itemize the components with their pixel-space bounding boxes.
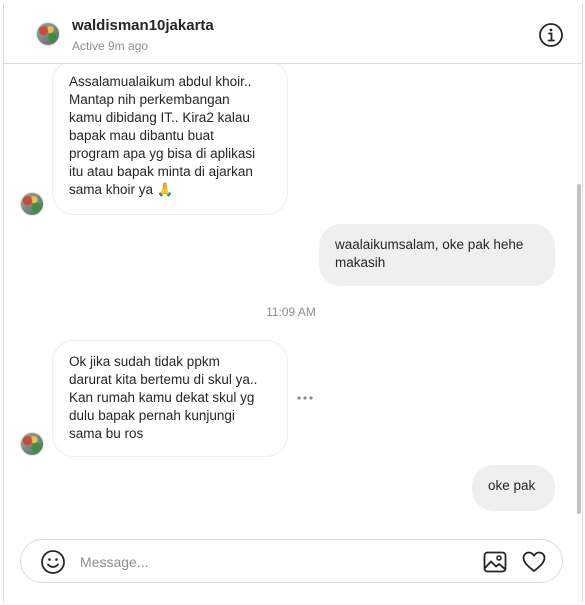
more-options-icon[interactable]: [296, 395, 314, 401]
info-icon[interactable]: [538, 22, 564, 48]
avatar[interactable]: [36, 22, 60, 46]
message-thread[interactable]: Assalamualaikum abdul khoir.. Mantap nih…: [4, 64, 578, 520]
active-status: Active 9m ago: [72, 39, 149, 53]
outgoing-message[interactable]: oke pak: [472, 465, 555, 511]
message-input[interactable]: [80, 552, 410, 572]
message-timestamp: 11:09 AM: [266, 305, 316, 319]
avatar[interactable]: [20, 192, 44, 216]
emoji-icon[interactable]: [40, 549, 66, 575]
scrollbar[interactable]: [576, 64, 582, 520]
username[interactable]: waldisman10jakarta: [72, 17, 214, 34]
incoming-message[interactable]: Assalamualaikum abdul khoir.. Mantap nih…: [52, 64, 288, 215]
conversation-header: waldisman10jakarta Active 9m ago: [4, 4, 582, 64]
scrollbar-thumb[interactable]: [577, 184, 581, 514]
message-composer: [20, 539, 563, 583]
outgoing-message[interactable]: waalaikumsalam, oke pak hehe makasih: [319, 224, 555, 286]
heart-icon[interactable]: [521, 549, 547, 575]
incoming-message[interactable]: Ok jika sudah tidak ppkm darurat kita be…: [52, 340, 288, 457]
image-icon[interactable]: [482, 549, 508, 575]
avatar[interactable]: [20, 432, 44, 456]
